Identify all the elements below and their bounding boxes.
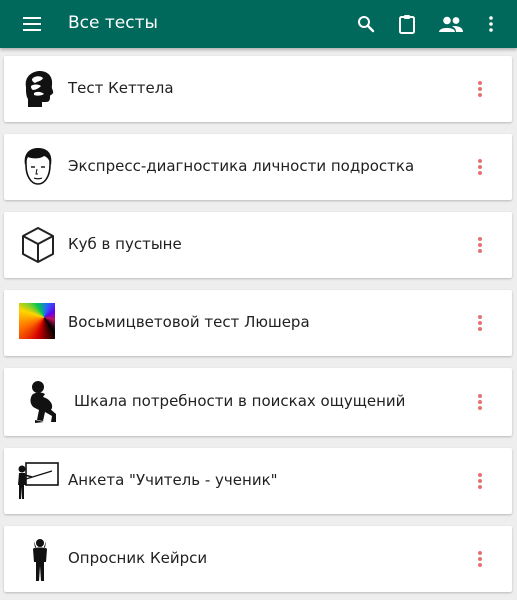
item-more-button[interactable] bbox=[468, 545, 492, 573]
thinker-icon bbox=[22, 380, 62, 424]
test-title: Анкета "Учитель - ученик" bbox=[68, 471, 278, 489]
clipboard-button[interactable] bbox=[393, 10, 421, 38]
test-title: Шкала потребности в поисках ощущений bbox=[74, 392, 406, 410]
person-standing-icon bbox=[20, 538, 60, 582]
item-more-button[interactable] bbox=[468, 231, 492, 259]
test-title: Восьмицветовой тест Люшера bbox=[68, 313, 310, 331]
item-more-button[interactable] bbox=[468, 153, 492, 181]
list-item[interactable]: Экспресс-диагностика личности подростка bbox=[4, 134, 512, 200]
menu-button[interactable] bbox=[20, 12, 44, 36]
search-button[interactable] bbox=[352, 10, 380, 38]
test-title: Экспресс-диагностика личности подростка bbox=[68, 157, 415, 175]
item-more-button[interactable] bbox=[468, 309, 492, 337]
head-profile-icon bbox=[18, 69, 58, 109]
more-vert-icon bbox=[478, 157, 482, 177]
more-vert-icon bbox=[478, 392, 482, 412]
page-title: Все тесты bbox=[68, 13, 158, 33]
more-vert-icon bbox=[478, 79, 482, 99]
more-vert-icon bbox=[478, 471, 482, 491]
more-vert-icon bbox=[478, 235, 482, 255]
list-item[interactable]: Куб в пустыне bbox=[4, 212, 512, 278]
list-item[interactable]: Анкета "Учитель - ученик" bbox=[4, 448, 512, 514]
more-vert-icon bbox=[478, 549, 482, 569]
item-more-button[interactable] bbox=[468, 75, 492, 103]
people-icon bbox=[439, 16, 463, 32]
test-title: Опросник Кейрси bbox=[68, 549, 208, 567]
cube-icon bbox=[18, 225, 58, 265]
test-title: Куб в пустыне bbox=[68, 235, 182, 253]
hamburger-menu-icon bbox=[23, 17, 41, 31]
more-vert-icon bbox=[489, 16, 493, 32]
clipboard-icon bbox=[399, 15, 415, 34]
overflow-menu-button[interactable] bbox=[477, 10, 505, 38]
color-spectrum-icon bbox=[19, 303, 55, 339]
list-item[interactable]: Опросник Кейрси bbox=[4, 526, 512, 592]
app-bar: Все тесты bbox=[0, 0, 517, 48]
teacher-board-icon bbox=[16, 461, 60, 501]
people-button[interactable] bbox=[437, 10, 465, 38]
item-more-button[interactable] bbox=[468, 467, 492, 495]
search-icon bbox=[358, 16, 375, 33]
list-item[interactable]: Тест Кеттела bbox=[4, 56, 512, 122]
more-vert-icon bbox=[478, 313, 482, 333]
test-title: Тест Кеттела bbox=[68, 79, 174, 97]
list-item[interactable]: Восьмицветовой тест Люшера bbox=[4, 290, 512, 356]
item-more-button[interactable] bbox=[468, 388, 492, 416]
teen-face-icon bbox=[18, 147, 58, 187]
list-item[interactable]: Шкала потребности в поисках ощущений bbox=[4, 368, 512, 436]
